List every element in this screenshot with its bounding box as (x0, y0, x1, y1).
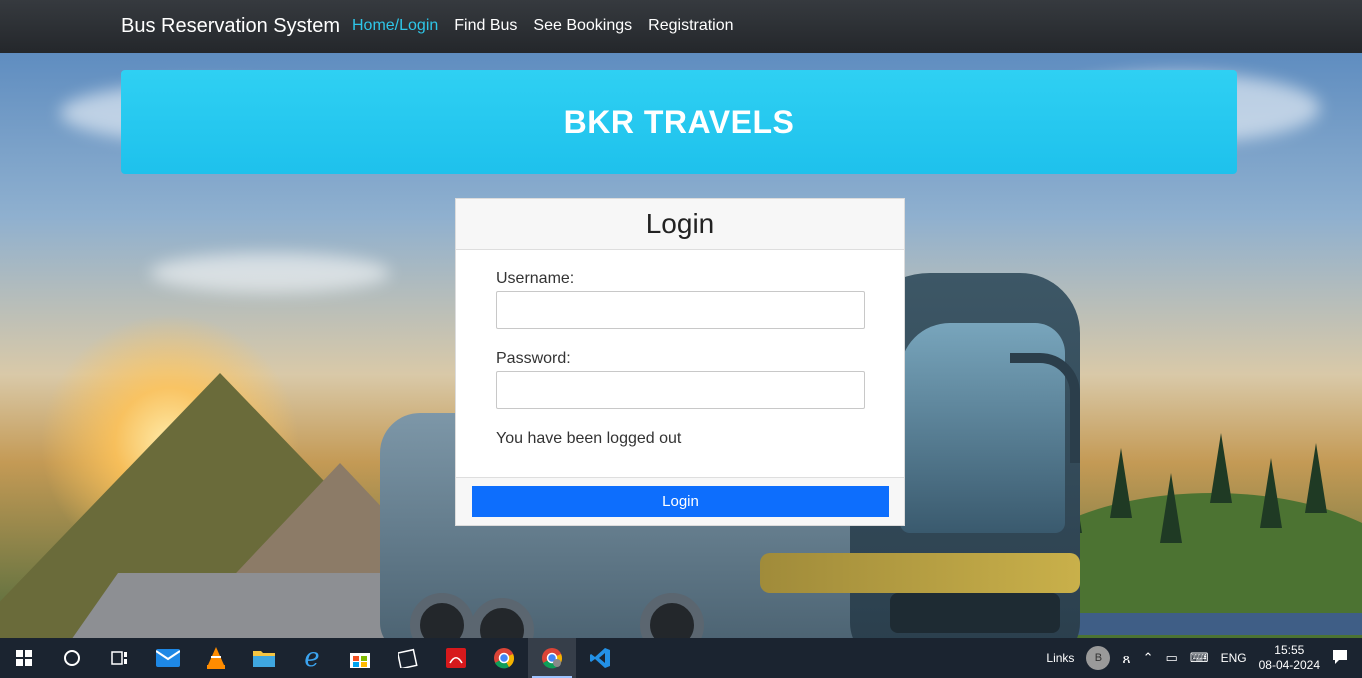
cloud (150, 253, 390, 293)
avatar[interactable]: B (1086, 646, 1111, 670)
clock-date: 08-04-2024 (1258, 658, 1320, 672)
tree (1160, 473, 1182, 543)
password-input[interactable] (496, 371, 865, 409)
notification-icon[interactable] (1332, 649, 1348, 668)
tree (1260, 458, 1282, 528)
login-title: Login (645, 208, 715, 239)
login-form: Username: Password: You have been logged… (456, 250, 904, 448)
battery-icon[interactable]: ▭ (1166, 650, 1178, 666)
login-card-footer: Login (456, 477, 904, 525)
tree (1110, 448, 1132, 518)
login-card: Login Username: Password: You have been … (455, 198, 905, 526)
brand-title[interactable]: Bus Reservation System (121, 15, 340, 38)
company-banner: BKR TRAVELS (121, 70, 1237, 174)
logout-status-message: You have been logged out (496, 430, 682, 447)
system-tray: Links B ጸ ⌃ ▭ ⌨ ENG 15:55 08-04-2024 (1046, 638, 1362, 678)
nav-links: Home/Login Find Bus See Bookings Registr… (352, 17, 734, 35)
nav-link-registration[interactable]: Registration (648, 17, 733, 35)
keyboard-icon[interactable]: ⌨ (1190, 650, 1209, 666)
tree (1305, 443, 1327, 513)
store-icon[interactable] (336, 638, 384, 678)
nav-link-find-bus[interactable]: Find Bus (454, 17, 517, 35)
mail-icon[interactable] (144, 638, 192, 678)
nav-link-home-login[interactable]: Home/Login (352, 17, 438, 35)
username-label: Username: (496, 270, 575, 287)
vlc-icon[interactable] (192, 638, 240, 678)
chrome-icon[interactable] (480, 638, 528, 678)
banner-title: BKR TRAVELS (563, 103, 795, 140)
clock[interactable]: 15:55 08-04-2024 (1259, 643, 1320, 673)
clock-time: 15:55 (1274, 643, 1305, 657)
login-button[interactable]: Login (472, 486, 889, 517)
password-label: Password: (496, 350, 571, 367)
people-icon[interactable]: ጸ (1122, 650, 1130, 667)
links-toolbar-label[interactable]: Links (1046, 651, 1074, 665)
top-navbar: Bus Reservation System Home/Login Find B… (0, 0, 1362, 53)
tree (1210, 433, 1232, 503)
language-indicator[interactable]: ENG (1221, 651, 1247, 665)
chevron-up-icon[interactable]: ⌃ (1143, 650, 1154, 666)
acrobat-icon[interactable] (432, 638, 480, 678)
username-input[interactable] (496, 291, 865, 329)
file-explorer-icon[interactable] (240, 638, 288, 678)
nav-link-see-bookings[interactable]: See Bookings (533, 17, 632, 35)
chrome-profile-icon[interactable] (528, 638, 576, 678)
login-card-header: Login (456, 199, 904, 250)
task-view-icon[interactable] (96, 638, 144, 678)
photos-icon[interactable] (384, 638, 432, 678)
edge-icon[interactable]: e (288, 638, 336, 678)
windows-taskbar: e Links B ጸ ⌃ ▭ ⌨ ENG 15:55 08-04-2024 (0, 638, 1362, 678)
search-circle-icon[interactable] (48, 638, 96, 678)
windows-start-icon[interactable] (0, 638, 48, 678)
vscode-icon[interactable] (576, 638, 624, 678)
